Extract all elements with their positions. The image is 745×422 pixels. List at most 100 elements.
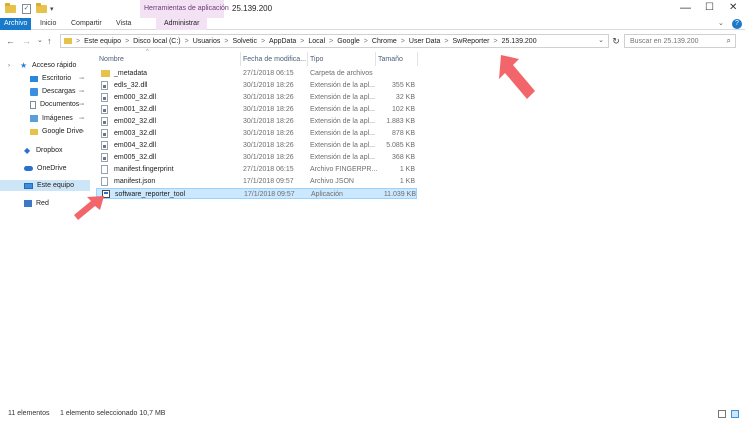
crumb-chrome[interactable]: Chrome [372,38,397,45]
column-divider[interactable] [417,52,418,66]
dll-file-icon [101,93,108,102]
crumb-local[interactable]: Local [308,38,325,45]
sidebar-item-descargas[interactable]: Descargas ⊸ [0,86,90,97]
sidebar-item-imagenes[interactable]: Imágenes ⊸ [0,113,90,124]
star-icon: ★ [20,60,28,70]
search-input[interactable] [625,35,720,47]
sidebar-item-onedrive[interactable]: OneDrive [0,163,90,174]
sidebar-item-dropbox[interactable]: ◆ Dropbox [0,145,90,156]
recent-locations-button[interactable]: ⌄ [37,35,43,47]
file-date: 27/1/2018 06:15 [243,70,294,77]
dll-file-icon [101,81,108,90]
window-title: 25.139.200 [232,4,273,13]
up-button[interactable]: ↑ [47,35,52,47]
crumb-user-data[interactable]: User Data [409,38,441,45]
close-button[interactable]: ✕ [729,2,737,14]
file-date: 30/1/2018 18:26 [243,130,294,137]
file-name: em004_32.dll [114,142,157,149]
column-header-date[interactable]: Fecha de modifica... [243,54,306,66]
forward-button[interactable]: → [22,35,31,47]
file-type: Extensión de la apl... [310,82,375,89]
file-row[interactable]: _metadata 27/1/2018 06:15 Carpeta de archi… [96,68,417,79]
crumb-solvetic[interactable]: Solvetic [232,38,257,45]
onedrive-icon [24,166,33,171]
file-size: 102 KB [392,106,415,113]
contextual-tab-label: Herramientas de aplicación [144,5,229,12]
file-row[interactable]: em004_32.dll 30/1/2018 18:26 Extensión de … [96,140,417,151]
crumb-separator: > [260,37,266,45]
tab-compartir[interactable]: Compartir [71,18,102,30]
address-bar[interactable]: > Este equipo > Disco local (C:) > Usuar… [60,34,609,48]
column-divider[interactable] [307,52,308,66]
file-type: Extensión de la apl... [310,94,375,101]
properties-check-icon[interactable]: ✓ [22,3,31,15]
download-icon [30,87,38,96]
pin-icon: ⊸ [78,102,84,108]
tab-archivo[interactable]: Archivo [0,18,32,30]
file-row[interactable]: em003_32.dll 30/1/2018 18:26 Extensión de … [96,128,417,139]
crumb-separator: > [444,37,449,45]
dll-file-icon [101,129,108,138]
crumb-este-equipo[interactable]: Este equipo [84,38,121,45]
file-icon [101,165,108,174]
crumb-disco-local[interactable]: Disco local (C:) [133,38,180,45]
file-row[interactable]: em002_32.dll 30/1/2018 18:26 Extensión de … [96,116,417,127]
sidebar-item-google-drive[interactable]: Google Drive ⊸ [0,126,90,137]
file-date: 30/1/2018 18:26 [243,154,294,161]
crumb-current-folder[interactable]: 25.139.200 [502,38,537,45]
file-name: software_reporter_tool [115,191,186,198]
file-row[interactable]: software_reporter_tool 17/1/2018 09:57 Apl… [96,188,417,199]
file-row[interactable]: manifest.fingerprint 27/1/2018 06:15 Archi… [96,164,417,175]
app-folder-icon [5,3,16,15]
tab-vista[interactable]: Vista [116,18,131,30]
column-divider[interactable] [375,52,376,66]
help-icon[interactable]: ? [732,19,742,29]
navigation-pane: › ★ Acceso rápido Escritorio ⊸ Descargas… [0,52,90,402]
file-date: 17/1/2018 09:57 [243,178,294,185]
file-size: 368 KB [392,154,415,161]
column-header-size[interactable]: Tamaño [378,54,403,66]
large-icons-view-icon[interactable] [731,410,739,418]
file-type: Aplicación [311,191,343,198]
file-row[interactable]: em001_32.dll 30/1/2018 18:26 Extensión de … [96,104,417,115]
crumb-usuarios[interactable]: Usuarios [193,38,221,45]
maximize-button[interactable]: ☐ [705,2,714,14]
quick-access-dropdown-icon[interactable]: ▾ [50,3,54,15]
refresh-button[interactable]: ↻ [610,35,622,47]
pin-icon: ⊸ [78,129,84,135]
tab-administrar[interactable]: Administrar [156,18,208,30]
new-folder-icon[interactable] [36,3,47,15]
file-name: edls_32.dll [114,82,148,89]
file-row[interactable]: edls_32.dll 30/1/2018 18:26 Extensión de l… [96,80,417,91]
minimize-button[interactable]: — [680,2,691,14]
sidebar-item-documentos[interactable]: Documentos ⊸ [0,99,90,110]
search-box[interactable]: ⌕ [624,34,736,48]
file-row[interactable]: em000_32.dll 30/1/2018 18:26 Extensión de … [96,92,417,103]
crumb-separator: > [400,37,405,45]
tab-inicio[interactable]: Inicio [40,18,56,30]
file-name: _metadata [114,70,148,77]
file-name: manifest.json [114,178,156,185]
sidebar-item-acceso-rapido[interactable]: › ★ Acceso rápido [0,60,90,71]
file-row[interactable]: manifest.json 17/1/2018 09:57 Archivo JSON… [96,176,417,187]
file-size: 878 KB [392,130,415,137]
sidebar-item-escritorio[interactable]: Escritorio ⊸ [0,73,90,84]
column-header-type[interactable]: Tipo [310,54,323,66]
file-type: Extensión de la apl... [310,106,375,113]
sidebar-item-este-equipo[interactable]: Este equipo [0,180,90,191]
details-view-icon[interactable] [718,410,726,418]
file-row[interactable]: em005_32.dll 30/1/2018 18:26 Extensión de … [96,152,417,163]
address-dropdown-icon[interactable]: ⌄ [598,36,604,44]
ribbon-expand-icon[interactable]: ⌄ [718,18,724,30]
file-type: Carpeta de archivos [310,70,373,77]
address-folder-icon [64,38,72,44]
expander-icon[interactable]: › [8,63,10,69]
back-button[interactable]: ← [6,35,15,47]
search-icon[interactable]: ⌕ [727,36,731,46]
column-divider[interactable] [240,52,241,66]
column-header-name[interactable]: Nombre [99,54,124,66]
file-type: Extensión de la apl... [310,154,375,161]
crumb-appdata[interactable]: AppData [269,38,296,45]
crumb-swreporter[interactable]: SwReporter [453,38,490,45]
crumb-google[interactable]: Google [337,38,360,45]
